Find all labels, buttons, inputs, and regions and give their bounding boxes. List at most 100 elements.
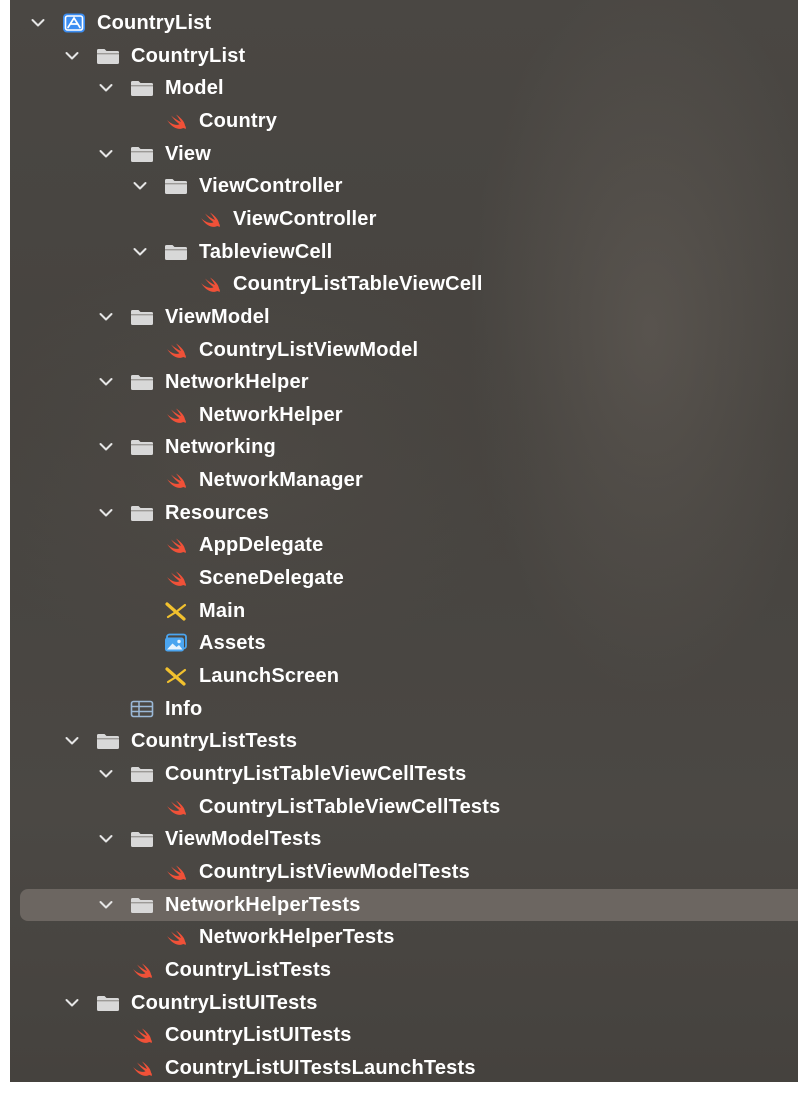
navigator-row-network-helper[interactable]: NetworkHelper — [10, 366, 798, 398]
chevron-down-icon[interactable] — [132, 244, 148, 260]
navigator-item-label: NetworkHelperTests — [165, 893, 361, 916]
navigator-item-label: NetworkHelper — [165, 371, 309, 394]
folder-icon — [130, 372, 154, 392]
navigator-row-networking[interactable]: Networking — [10, 431, 798, 463]
swift-file-icon — [130, 1058, 154, 1078]
folder-icon — [130, 307, 154, 327]
navigator-row-view-controller[interactable]: ViewController — [10, 203, 798, 235]
chevron-down-icon[interactable] — [98, 309, 114, 325]
swift-file-icon — [164, 470, 188, 490]
navigator-item-label: CountryList — [97, 12, 212, 34]
swift-file-icon — [164, 862, 188, 882]
navigator-row-model[interactable]: Model — [10, 72, 798, 104]
folder-icon — [130, 144, 154, 164]
navigator-row-info[interactable]: Info — [10, 693, 798, 725]
swift-file-icon — [130, 960, 154, 980]
folder-icon — [96, 731, 120, 751]
chevron-down-icon[interactable] — [98, 505, 114, 521]
navigator-row-view[interactable]: View — [10, 138, 798, 170]
navigator-item-label: Main — [199, 599, 246, 622]
navigator-row-country-list-ui-tests[interactable]: CountryListUITests — [10, 1019, 798, 1051]
navigator-item-label: CountryListUITestsLaunchTests — [165, 1056, 476, 1079]
project-navigator: CountryList CountryList Model Country View Vi… — [10, 0, 798, 1082]
navigator-item-label: View — [165, 142, 212, 165]
navigator-row-view-controller[interactable]: ViewController — [10, 170, 798, 202]
navigator-item-label: CountryListViewModel — [199, 338, 419, 361]
navigator-item-label: AppDelegate — [199, 534, 324, 557]
navigator-item-label: Info — [165, 697, 203, 720]
navigator-row-network-helper-tests[interactable]: NetworkHelperTests — [20, 888, 798, 921]
swift-file-icon — [198, 274, 222, 294]
folder-icon — [130, 503, 154, 523]
navigator-item-label: TableviewCell — [199, 240, 333, 263]
navigator-item-label: CountryListTests — [165, 958, 332, 981]
navigator-row-app-delegate[interactable]: AppDelegate — [10, 529, 798, 561]
navigator-row-country[interactable]: Country — [10, 105, 798, 137]
navigator-item-label: CountryListTests — [131, 730, 298, 753]
navigator-row-network-manager[interactable]: NetworkManager — [10, 464, 798, 496]
navigator-row-network-helper-tests[interactable]: NetworkHelperTests — [10, 921, 798, 953]
navigator-item-label: Model — [165, 77, 224, 100]
navigator-item-label: CountryListTableViewCellTests — [165, 762, 467, 785]
storyboard-icon — [164, 666, 188, 686]
navigator-row-country-list-ui-tests-launch-tests[interactable]: CountryListUITestsLaunchTests — [10, 1052, 798, 1082]
navigator-row-country-list[interactable]: CountryList — [10, 40, 798, 72]
navigator-row-tableview-cell[interactable]: TableviewCell — [10, 236, 798, 268]
chevron-down-icon[interactable] — [98, 897, 114, 913]
chevron-down-icon[interactable] — [98, 766, 114, 782]
navigator-row-resources[interactable]: Resources — [10, 497, 798, 529]
navigator-row-country-list-table-view-cell-tests[interactable]: CountryListTableViewCellTests — [10, 791, 798, 823]
navigator-item-label: SceneDelegate — [199, 567, 344, 590]
swift-file-icon — [198, 209, 222, 229]
navigator-item-label: CountryListTableViewCellTests — [199, 795, 501, 818]
navigator-row-country-list[interactable]: CountryList — [10, 7, 798, 39]
navigator-item-label: NetworkHelper — [199, 403, 343, 426]
navigator-row-view-model[interactable]: ViewModel — [10, 301, 798, 333]
chevron-down-icon[interactable] — [30, 15, 46, 31]
swift-file-icon — [164, 405, 188, 425]
navigator-item-label: ViewModel — [165, 305, 270, 328]
chevron-down-icon[interactable] — [98, 146, 114, 162]
chevron-down-icon[interactable] — [64, 733, 80, 749]
chevron-down-icon[interactable] — [64, 48, 80, 64]
storyboard-icon — [164, 601, 188, 621]
navigator-item-label: Assets — [199, 632, 266, 655]
navigator-row-country-list-view-model[interactable]: CountryListViewModel — [10, 334, 798, 366]
swift-file-icon — [164, 568, 188, 588]
navigator-row-country-list-view-model-tests[interactable]: CountryListViewModelTests — [10, 856, 798, 888]
navigator-row-scene-delegate[interactable]: SceneDelegate — [10, 562, 798, 594]
navigator-item-label: ViewController — [233, 207, 377, 230]
chevron-down-icon[interactable] — [98, 374, 114, 390]
chevron-down-icon[interactable] — [64, 995, 80, 1011]
navigator-row-country-list-ui-tests[interactable]: CountryListUITests — [10, 987, 798, 1019]
chevron-down-icon[interactable] — [98, 80, 114, 96]
navigator-row-assets[interactable]: Assets — [10, 627, 798, 659]
chevron-down-icon[interactable] — [98, 439, 114, 455]
navigator-row-country-list-tests[interactable]: CountryListTests — [10, 954, 798, 986]
swift-file-icon — [164, 535, 188, 555]
navigator-item-label: NetworkHelperTests — [199, 926, 395, 949]
chevron-down-icon[interactable] — [132, 178, 148, 194]
navigator-row-launch-screen[interactable]: LaunchScreen — [10, 660, 798, 692]
navigator-item-label: LaunchScreen — [199, 665, 340, 687]
swift-file-icon — [164, 111, 188, 131]
navigator-item-label: CountryListTableViewCell — [233, 273, 483, 296]
navigator-row-main[interactable]: Main — [10, 595, 798, 627]
navigator-item-label: NetworkManager — [199, 469, 363, 492]
navigator-item-label: CountryListViewModelTests — [199, 860, 470, 883]
navigator-row-network-helper[interactable]: NetworkHelper — [10, 399, 798, 431]
navigator-item-label: Resources — [165, 501, 270, 524]
folder-icon — [96, 993, 120, 1013]
swift-file-icon — [130, 1025, 154, 1045]
navigator-item-label: Networking — [165, 436, 276, 459]
navigator-row-country-list-tests[interactable]: CountryListTests — [10, 725, 798, 757]
swift-file-icon — [164, 340, 188, 360]
navigator-row-country-list-table-view-cell-tests[interactable]: CountryListTableViewCellTests — [10, 758, 798, 790]
chevron-down-icon[interactable] — [98, 831, 114, 847]
navigator-item-label: ViewController — [199, 175, 343, 198]
folder-icon — [164, 242, 188, 262]
navigator-row-country-list-table-view-cell[interactable]: CountryListTableViewCell — [10, 268, 798, 300]
folder-icon — [164, 176, 188, 196]
navigator-row-view-model-tests[interactable]: ViewModelTests — [10, 823, 798, 855]
swift-file-icon — [164, 927, 188, 947]
